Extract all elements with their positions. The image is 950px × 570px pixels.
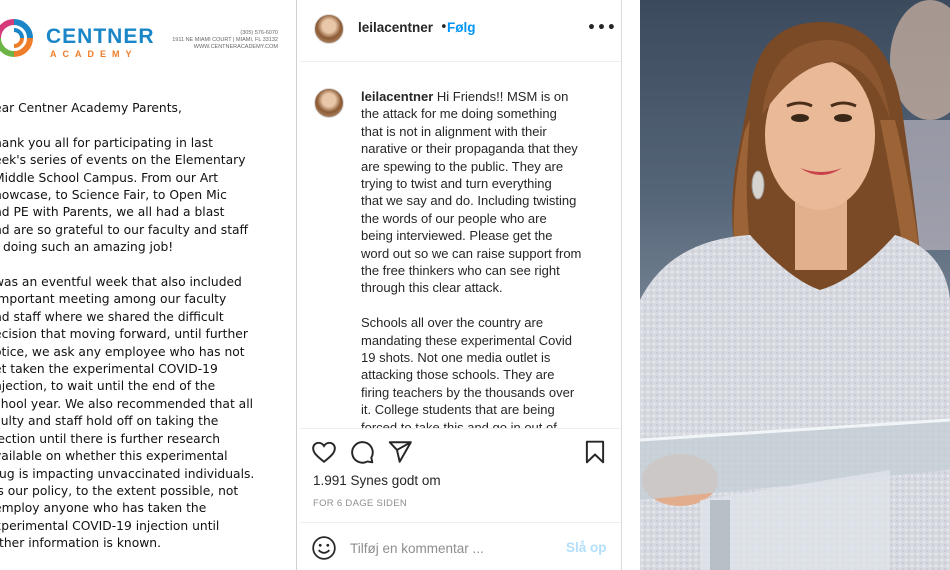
brand-name: CENTNER (46, 25, 155, 48)
letter-line: ecision that moving forward, until furth… (0, 327, 248, 342)
caption-line: the free thinkers who can see right (361, 263, 560, 279)
caption-line: the words of our people who are (361, 210, 547, 226)
centner-logo-icon (0, 19, 33, 57)
caption-line: mandating these experimental Covid (361, 332, 573, 348)
follow-button[interactable]: Følg (447, 20, 476, 35)
address-line: 1911 NE MIAMI COURT | MIAMI, FL 33132 (172, 37, 278, 43)
letter-line: is our policy, to the extent possible, n… (0, 483, 239, 498)
likes-count[interactable]: 1.991 Synes godt om (313, 473, 441, 488)
caption-line: the attack for me doing something (361, 106, 557, 122)
address-line: WWW.CENTNERACADEMY.COM (193, 44, 278, 50)
address-line: (305) 576-6070 (240, 30, 278, 36)
caption-line: through this clear attack. (361, 280, 503, 296)
letter-line: ear Centner Academy Parents, (0, 101, 182, 115)
letter-line: jection until there is further research (0, 431, 221, 446)
letter-panel: CENTNER ACADEMY (305) 576-6070 1911 NE M… (0, 0, 296, 570)
instagram-post: leilacentner • Følg ••• leilacentner Hi … (300, 0, 622, 570)
brand-logo: CENTNER ACADEMY (46, 26, 155, 60)
letter-body: ear Centner Academy Parents, hank you all… (0, 100, 294, 553)
letter-line: hank you all for participating in last (0, 135, 213, 150)
caption-line: firing teachers by the thousands over (361, 384, 575, 400)
letter-line: culty and staff hold off on taking the (0, 414, 219, 429)
portrait-illustration (640, 0, 950, 570)
caption-line: it. College students that are being (361, 402, 555, 418)
letter-line: rther information is known. (0, 536, 162, 551)
letter-line: Middle School Campus. From our Art (0, 170, 219, 185)
school-address: (305) 576-6070 1911 NE MIAMI COURT | MIA… (158, 30, 278, 51)
letter-line: was an eventful week that also included (0, 275, 242, 290)
caption-line: Schools all over the country are (361, 315, 544, 331)
emoji-smile-icon[interactable] (311, 535, 337, 561)
brand-subtitle: ACADEMY (50, 49, 138, 59)
letter-line: nd PE with Parents, we all had a blast (0, 205, 225, 220)
letter-line: njection, to wait until the end of the (0, 379, 216, 394)
letter-line: otice, we ask any employee who has not (0, 344, 245, 359)
bookmark-save-icon[interactable] (582, 439, 608, 465)
letter-line: et taken the experimental COVID-19 (0, 362, 218, 377)
letter-line: important meeting among our faculty (0, 292, 227, 307)
comment-icon[interactable] (349, 439, 375, 465)
caption-line: narative or their propaganda that they (361, 141, 578, 157)
comment-bar: Slå op (300, 522, 621, 570)
username-link[interactable]: leilacentner (358, 20, 433, 35)
letter-line: vailable on whether this experimental (0, 449, 228, 464)
like-heart-icon[interactable] (311, 439, 337, 465)
caption-line: that we say and do. Including twisting (361, 193, 577, 209)
caption-username[interactable]: leilacentner (361, 89, 433, 104)
caption-line: being interviewed. Please get the (361, 228, 553, 244)
letter-line: employ anyone who has taken the (0, 501, 207, 516)
avatar[interactable] (314, 14, 344, 44)
letter-line: nd are so grateful to our faculty and st… (0, 222, 249, 237)
letter-line: r doing such an amazing job! (0, 240, 174, 255)
post-timestamp: FOR 6 DAGE SIDEN (313, 498, 408, 509)
caption-line: Hi Friends!! MSM is on (436, 89, 569, 104)
letter-line: xperimental COVID-19 injection until (0, 518, 220, 533)
caption-text: leilacentner Hi Friends!! MSM is on the a… (361, 88, 617, 436)
caption-line: 19 shots. Not one media outlet is (361, 350, 551, 366)
comment-input[interactable] (350, 539, 550, 557)
letter-line: eek's series of events on the Elementary (0, 153, 246, 168)
post-comment-button[interactable]: Slå op (566, 540, 607, 555)
caption-line: trying to twist and turn everything (361, 176, 552, 192)
caption-line: word out so we can raise support from (361, 245, 582, 261)
post-header: leilacentner • Følg ••• (300, 0, 621, 62)
caption-first-line: leilacentner Hi Friends!! MSM is on (361, 88, 617, 105)
caption-avatar[interactable] (314, 88, 344, 118)
caption-line: are spewing to the public. They are (361, 158, 564, 174)
post-actions (300, 428, 621, 472)
caption-line: that is not in alignment with their (361, 123, 547, 139)
more-options-button[interactable]: ••• (587, 20, 617, 36)
letter-line: nd staff where we shared the difficult (0, 309, 224, 324)
panel-divider (622, 0, 640, 570)
portrait-photo (640, 0, 950, 570)
caption-line: attacking those schools. They are (361, 367, 555, 383)
letter-line: rug is impacting unvaccinated individual… (0, 466, 255, 481)
letter-line: chool year. We also recommended that all (0, 396, 254, 411)
letter-line: howcase, to Science Fair, to Open Mic (0, 188, 227, 203)
share-send-icon[interactable] (387, 439, 413, 465)
